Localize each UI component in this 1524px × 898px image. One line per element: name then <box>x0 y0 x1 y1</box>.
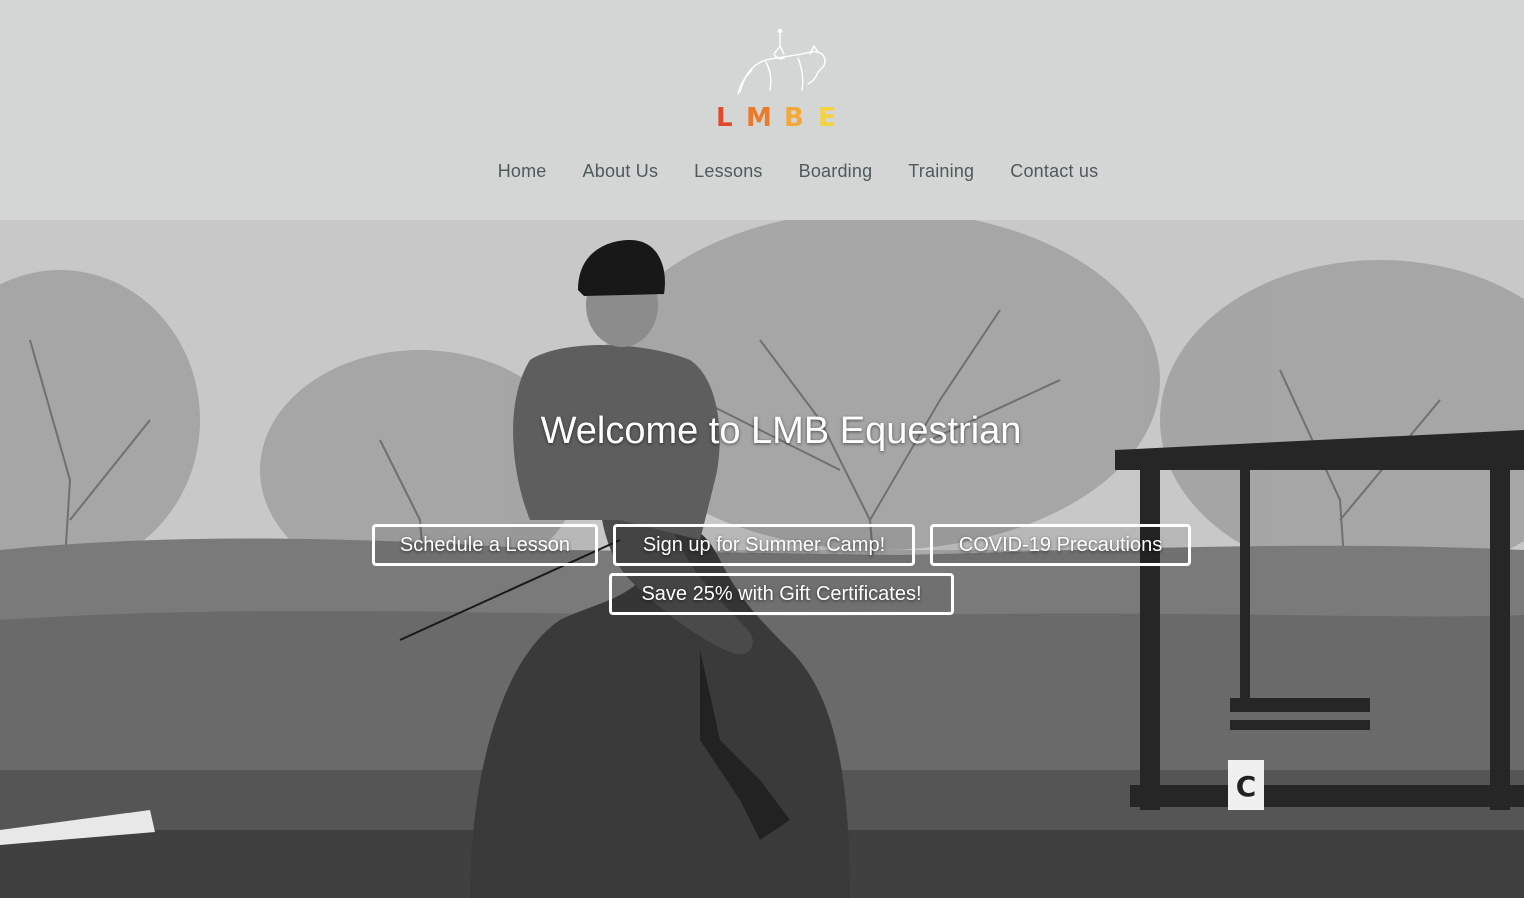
schedule-lesson-button[interactable]: Schedule a Lesson <box>372 524 598 566</box>
logo-letters: L M B E <box>716 103 836 132</box>
nav-item-boarding[interactable]: Boarding <box>799 158 873 184</box>
horse-rider-icon <box>737 28 826 95</box>
nav-item-contact-us[interactable]: Contact us <box>1010 158 1098 184</box>
lmbe-logo[interactable]: L M B E <box>710 24 850 132</box>
summer-camp-button[interactable]: Sign up for Summer Camp! <box>613 524 915 566</box>
nav-item-home[interactable]: Home <box>498 158 547 184</box>
logo-letter-e: E <box>818 103 836 132</box>
hero-section: C Welcome to LMB Equestrian Schedule a L… <box>0 220 1524 898</box>
nav-item-lessons[interactable]: Lessons <box>694 158 762 184</box>
nav-item-about-us[interactable]: About Us <box>583 158 659 184</box>
nav-item-training[interactable]: Training <box>908 158 974 184</box>
main-nav: Home About Us Lessons Boarding Training … <box>0 158 1524 184</box>
gift-certificates-button[interactable]: Save 25% with Gift Certificates! <box>609 573 954 615</box>
site-header: L M B E Home About Us Lessons Boarding T… <box>0 0 1524 220</box>
logo-letter-m: M <box>746 103 772 132</box>
arena-marker-letter: C <box>1236 770 1257 803</box>
logo-letter-l: L <box>716 103 733 132</box>
logo-letter-b: B <box>784 103 804 132</box>
hero-title: Welcome to LMB Equestrian <box>540 410 1022 452</box>
covid-precautions-button[interactable]: COVID-19 Precautions <box>930 524 1191 566</box>
